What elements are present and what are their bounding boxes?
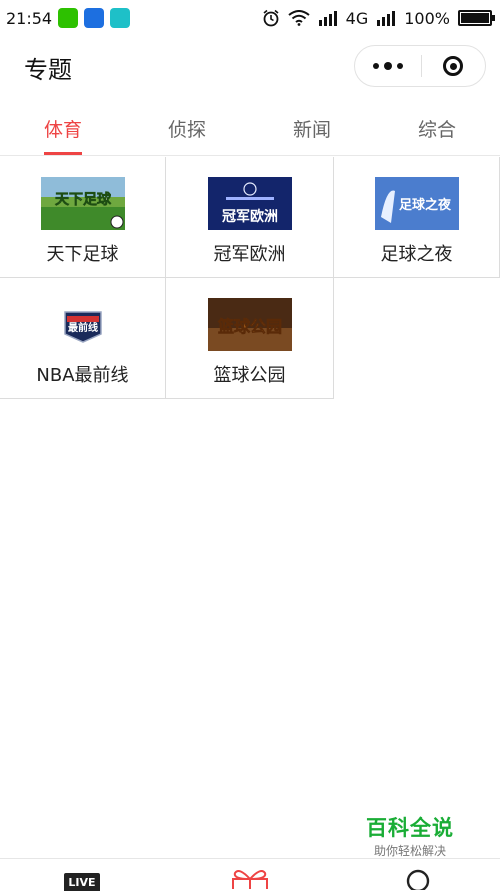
signal-icon bbox=[318, 11, 337, 26]
watermark-subtitle: 助你轻松解决 bbox=[373, 844, 446, 858]
wechat-notification-icon bbox=[58, 8, 79, 28]
zuqiu-zhiye-thumbnail: 足球之夜 bbox=[374, 177, 459, 230]
status-bar: 21:54 4G 100% bbox=[0, 0, 500, 36]
active-tab-indicator bbox=[44, 152, 82, 155]
topic-label: 天下足球 bbox=[46, 244, 119, 265]
topic-item-tianxia-zuqiu[interactable]: 天下足球 天下足球 bbox=[0, 157, 166, 278]
topic-label: 冠军欧洲 bbox=[213, 244, 286, 265]
page-title: 专题 bbox=[24, 56, 72, 84]
topic-label: 篮球公园 bbox=[213, 365, 286, 386]
wifi-icon bbox=[288, 10, 310, 26]
topic-label: NBA最前线 bbox=[36, 365, 129, 386]
network-type: 4G bbox=[345, 8, 369, 28]
search-tab-icon[interactable] bbox=[405, 868, 431, 890]
alarm-icon bbox=[263, 9, 279, 27]
tianxia-zuqiu-thumbnail: 天下足球 bbox=[40, 177, 125, 230]
topic-item-guanjun-ouzhou[interactable]: 冠军欧洲 冠军欧洲 bbox=[166, 157, 334, 278]
status-time: 21:54 bbox=[6, 8, 53, 28]
scan-notification-icon bbox=[110, 8, 131, 28]
gift-tab-icon[interactable] bbox=[229, 865, 271, 889]
live-tab-icon[interactable]: LIVE bbox=[64, 873, 100, 891]
tab-news[interactable]: 新闻 bbox=[293, 115, 331, 142]
target-icon bbox=[443, 56, 464, 76]
mini-program-capsule bbox=[354, 45, 486, 87]
thumb-text: 冠军欧洲 bbox=[222, 208, 278, 225]
watermark-title: 百科全说 bbox=[366, 816, 454, 840]
topic-item-lanqiu-gongyuan[interactable]: 篮球公园 篮球公园 bbox=[166, 278, 334, 399]
tab-detective[interactable]: 侦探 bbox=[168, 115, 206, 142]
close-mini-program-button[interactable] bbox=[422, 56, 486, 76]
navigation-bar: 专题 bbox=[0, 36, 500, 98]
category-tabs: 体育 侦探 新闻 综合 bbox=[0, 100, 500, 156]
thumb-text: 天下足球 bbox=[55, 191, 112, 208]
thumb-text: 最前线 bbox=[68, 321, 98, 334]
guanjun-ouzhou-thumbnail: 冠军欧洲 bbox=[207, 177, 292, 230]
tab-general[interactable]: 综合 bbox=[418, 115, 456, 142]
status-bar-left: 21:54 bbox=[6, 8, 131, 28]
battery-icon bbox=[458, 10, 495, 26]
topic-item-nba-zuiqianxian[interactable]: 最前线 NBA最前线 bbox=[0, 278, 166, 399]
signal-icon-secondary bbox=[377, 11, 396, 26]
battery-percent: 100% bbox=[404, 8, 450, 28]
more-options-button[interactable] bbox=[355, 62, 421, 70]
bottom-tab-bar: LIVE bbox=[0, 858, 500, 891]
topic-label: 足球之夜 bbox=[380, 244, 453, 265]
thumb-text: 篮球公园 bbox=[216, 317, 281, 336]
baike-watermark: 百科全说 助你轻松解决 bbox=[350, 812, 470, 859]
nba-zuiqianxian-thumbnail: 最前线 bbox=[40, 298, 125, 351]
topic-item-zuqiu-zhiye[interactable]: 足球之夜 足球之夜 bbox=[334, 157, 500, 278]
lanqiu-gongyuan-thumbnail: 篮球公园 bbox=[207, 298, 292, 351]
status-bar-right: 4G 100% bbox=[262, 8, 495, 28]
app-notification-icon bbox=[84, 8, 105, 28]
tab-sports[interactable]: 体育 bbox=[44, 115, 82, 142]
thumb-text: 足球之夜 bbox=[398, 197, 451, 213]
